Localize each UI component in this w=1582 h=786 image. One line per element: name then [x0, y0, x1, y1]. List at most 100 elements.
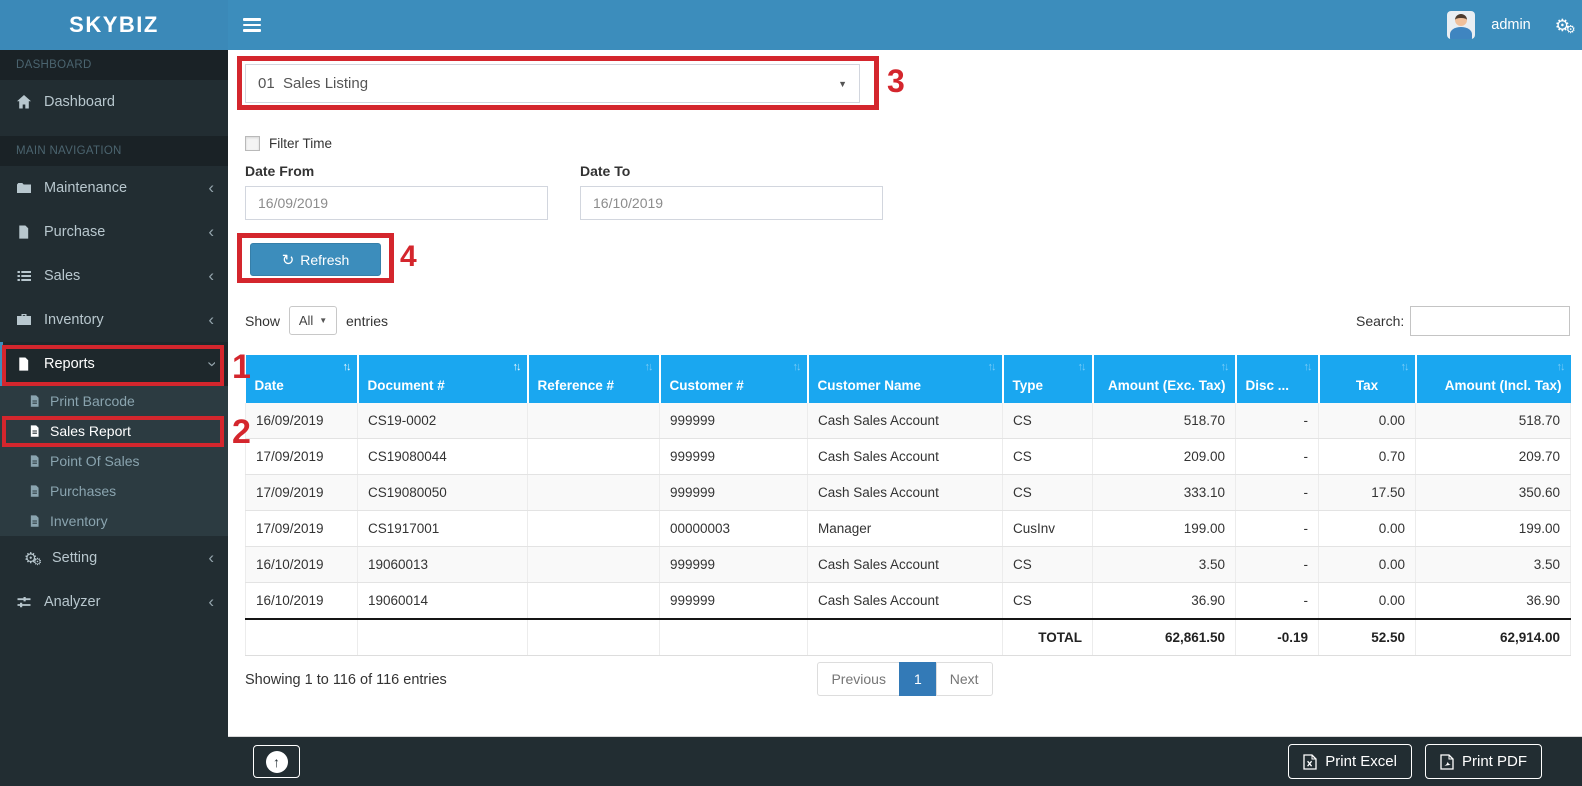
- next-page-button[interactable]: Next: [936, 662, 993, 696]
- column-header[interactable]: Disc ...↑↓: [1236, 355, 1319, 403]
- sidebar-item-setting[interactable]: ⚙⚙ Setting ‹: [0, 536, 228, 580]
- hamburger-menu-icon[interactable]: [243, 18, 261, 35]
- table-row[interactable]: 16/10/201919060013999999Cash Sales Accou…: [246, 547, 1571, 583]
- date-from-input[interactable]: [245, 186, 548, 220]
- filter-time-checkbox[interactable]: [245, 136, 260, 151]
- sidebar-item-sales[interactable]: Sales ‹: [0, 254, 228, 298]
- chevron-left-icon: ‹: [208, 178, 214, 198]
- table-cell: CS: [1003, 547, 1093, 583]
- sliders-icon: [16, 594, 34, 610]
- sidebar-item-label: Purchases: [50, 483, 116, 499]
- date-from-label: Date From: [245, 163, 314, 179]
- total-cell: 52.50: [1319, 619, 1416, 656]
- table-cell: 999999: [660, 583, 808, 620]
- date-to-label: Date To: [580, 163, 630, 179]
- settings-gears-icon[interactable]: ⚙⚙: [1555, 17, 1570, 34]
- table-cell: 19060014: [358, 583, 528, 620]
- table-cell: CS: [1003, 583, 1093, 620]
- sidebar-item-inventory[interactable]: Inventory ‹: [0, 298, 228, 342]
- table-row[interactable]: 17/09/2019CS191700100000003ManagerCusInv…: [246, 511, 1571, 547]
- table-cell: -: [1236, 511, 1319, 547]
- scroll-to-top-button[interactable]: ↑: [253, 745, 300, 778]
- sidebar-item-label: Analyzer: [44, 594, 100, 610]
- sidebar-item-purchases[interactable]: Purchases: [0, 476, 228, 506]
- sidebar-item-label: Sales Report: [50, 423, 131, 439]
- table-row[interactable]: 16/09/2019CS19-0002999999Cash Sales Acco…: [246, 403, 1571, 439]
- table-cell: Manager: [808, 511, 1003, 547]
- column-header[interactable]: Date↑↓: [246, 355, 358, 403]
- entries-length-select[interactable]: All ▼: [289, 306, 337, 335]
- total-cell: [246, 619, 358, 656]
- folder-icon: [16, 180, 34, 196]
- show-label: Show: [245, 313, 280, 329]
- table-cell: 0.00: [1319, 547, 1416, 583]
- table-cell: 999999: [660, 547, 808, 583]
- sidebar-item-print-barcode[interactable]: Print Barcode: [0, 386, 228, 416]
- page-1-button[interactable]: 1: [899, 662, 937, 696]
- table-row[interactable]: 17/09/2019CS19080044999999Cash Sales Acc…: [246, 439, 1571, 475]
- sidebar-item-maintenance[interactable]: Maintenance ‹: [0, 166, 228, 210]
- column-header[interactable]: Type↑↓: [1003, 355, 1093, 403]
- sort-icon: ↑↓: [988, 359, 995, 375]
- column-header[interactable]: Amount (Exc. Tax)↑↓: [1093, 355, 1236, 403]
- sidebar-item-label: Inventory: [50, 513, 108, 529]
- table-cell: Cash Sales Account: [808, 583, 1003, 620]
- sort-icon: ↑↓: [1221, 359, 1228, 375]
- date-to-input[interactable]: [580, 186, 883, 220]
- sidebar-item-purchase[interactable]: Purchase ‹: [0, 210, 228, 254]
- reports-submenu: Print Barcode Sales Report Point Of Sale…: [0, 386, 228, 536]
- file-icon: [16, 224, 34, 240]
- table-cell: 999999: [660, 439, 808, 475]
- table-cell: [528, 547, 660, 583]
- print-pdf-button[interactable]: Print PDF: [1425, 744, 1542, 779]
- table-cell: CS19-0002: [358, 403, 528, 439]
- sidebar-item-label: Dashboard: [44, 94, 115, 110]
- column-header[interactable]: Customer #↑↓: [660, 355, 808, 403]
- search-input[interactable]: [1410, 306, 1570, 336]
- table-cell: 518.70: [1093, 403, 1236, 439]
- sidebar-item-dashboard[interactable]: Dashboard: [0, 80, 228, 124]
- table-cell: 16/10/2019: [246, 547, 358, 583]
- sidebar-item-label: Purchase: [44, 224, 105, 240]
- total-cell: 62,914.00: [1416, 619, 1571, 656]
- column-header[interactable]: Reference #↑↓: [528, 355, 660, 403]
- app-logo: SKYBIZ: [0, 0, 228, 50]
- column-header[interactable]: Tax↑↓: [1319, 355, 1416, 403]
- table-cell: CS19080044: [358, 439, 528, 475]
- sort-icon: ↑↓: [513, 359, 520, 375]
- total-label: TOTAL: [1003, 619, 1093, 656]
- file-icon: [16, 356, 34, 372]
- file-text-icon: [28, 514, 41, 528]
- table-cell: 199.00: [1093, 511, 1236, 547]
- sidebar-item-label: Maintenance: [44, 180, 127, 196]
- report-type-select[interactable]: 01 Sales Listing ▼: [245, 64, 860, 103]
- previous-page-button[interactable]: Previous: [817, 662, 899, 696]
- sidebar-item-point-of-sales[interactable]: Point Of Sales: [0, 446, 228, 476]
- table-cell: CS19080050: [358, 475, 528, 511]
- print-excel-button[interactable]: Print Excel: [1288, 744, 1412, 779]
- avatar-head: [1455, 14, 1467, 26]
- table-cell: 00000003: [660, 511, 808, 547]
- pagination: Previous 1 Next: [228, 662, 1582, 696]
- sidebar-item-label: Point Of Sales: [50, 453, 140, 469]
- column-header[interactable]: Document #↑↓: [358, 355, 528, 403]
- table-cell: 17.50: [1319, 475, 1416, 511]
- table-cell: -: [1236, 403, 1319, 439]
- table-row[interactable]: 16/10/201919060014999999Cash Sales Accou…: [246, 583, 1571, 620]
- column-header[interactable]: Customer Name↑↓: [808, 355, 1003, 403]
- table-row[interactable]: 17/09/2019CS19080050999999Cash Sales Acc…: [246, 475, 1571, 511]
- sidebar-item-analyzer[interactable]: Analyzer ‹: [0, 580, 228, 624]
- sidebar-item-sales-report[interactable]: Sales Report: [0, 416, 228, 446]
- refresh-button[interactable]: ↻ Refresh: [250, 243, 381, 276]
- avatar-torso: [1450, 27, 1472, 39]
- sidebar-item-inventory-report[interactable]: Inventory: [0, 506, 228, 536]
- arrow-up-icon: ↑: [266, 751, 288, 773]
- search-label: Search:: [1356, 313, 1404, 329]
- table-cell: 199.00: [1416, 511, 1571, 547]
- sort-icon: ↑↓: [1557, 359, 1564, 375]
- column-header[interactable]: Amount (Incl. Tax)↑↓: [1416, 355, 1571, 403]
- table-cell: 999999: [660, 475, 808, 511]
- sidebar-item-reports[interactable]: Reports ‹: [0, 342, 228, 386]
- username-label[interactable]: admin: [1491, 17, 1531, 33]
- user-avatar[interactable]: [1447, 11, 1475, 39]
